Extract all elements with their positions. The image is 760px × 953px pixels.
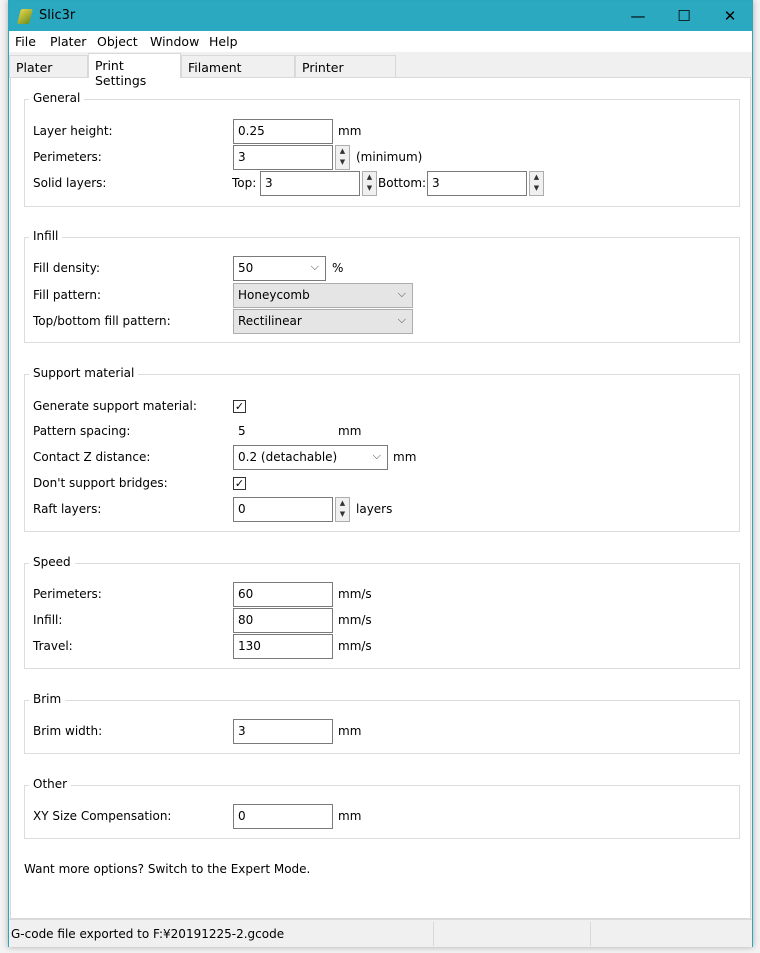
raft-layers-spinner[interactable]: ▲ ▼ [335, 497, 350, 522]
chevron-down-icon: ⌵ [372, 449, 381, 462]
status-text: G-code file exported to F:¥20191225-2.gc… [11, 927, 285, 941]
speed-infill-label: Infill: [33, 613, 63, 627]
unit: mm [393, 450, 417, 464]
group-title: Infill [29, 229, 63, 243]
fill-density-label: Fill density: [33, 261, 101, 275]
unit: mm/s [338, 613, 372, 627]
speed-travel-label: Travel: [33, 639, 73, 653]
value: Rectilinear [238, 314, 302, 328]
window-title: Slic3r [39, 8, 76, 23]
top-label: Top: [232, 176, 257, 190]
unit: % [332, 261, 344, 275]
menu-window[interactable]: Window [150, 34, 199, 49]
unit: mm/s [338, 639, 372, 653]
raft-layers-label: Raft layers: [33, 502, 102, 516]
pattern-spacing-label: Pattern spacing: [33, 424, 131, 438]
top-layers-spinner[interactable]: ▲ ▼ [362, 171, 377, 196]
brim-width-label: Brim width: [33, 724, 103, 738]
expert-mode-hint[interactable]: Want more options? Switch to the Expert … [24, 862, 310, 876]
close-button[interactable]: ✕ [707, 1, 753, 31]
menu-plater[interactable]: Plater [50, 34, 86, 49]
contact-z-label: Contact Z distance: [33, 450, 151, 464]
fill-pattern-label: Fill pattern: [33, 288, 101, 302]
chevron-down-icon: ⌵ [310, 260, 319, 273]
perimeters-label: Perimeters: [33, 150, 102, 164]
group-title: Other [29, 777, 72, 791]
raft-layers-input[interactable]: 0 [233, 497, 333, 522]
print-settings-panel: General Layer height: 0.25 mm Perimeters… [10, 77, 751, 919]
menu-help[interactable]: Help [209, 34, 238, 49]
menu-bar: File Plater Object Window Help [9, 31, 752, 52]
unit: (minimum) [356, 150, 423, 164]
solid-layers-label: Solid layers: [33, 176, 107, 190]
group-title: Support material [29, 366, 139, 380]
value: 0.2 (detachable) [238, 450, 338, 464]
pattern-spacing-value: 5 [238, 424, 246, 438]
tab-filament-settings[interactable]: Filament Settings [181, 55, 295, 90]
fill-density-combo[interactable]: 50 ⌵ [233, 256, 326, 281]
unit: mm [338, 424, 362, 438]
layer-height-input[interactable]: 0.25 [233, 119, 333, 144]
generate-support-checkbox[interactable]: ✓ [233, 400, 246, 413]
bottom-layers-spinner[interactable]: ▲ ▼ [529, 171, 544, 196]
perimeters-input[interactable]: 3 [233, 145, 333, 170]
unit: mm [338, 124, 362, 138]
title-bar: Slic3r — ☐ ✕ [9, 1, 752, 31]
tab-bar: Plater Print Settings Filament Settings … [9, 53, 752, 90]
dont-support-bridges-label: Don't support bridges: [33, 476, 168, 490]
group-brim: Brim [24, 692, 740, 754]
unit: mm/s [338, 587, 372, 601]
top-layers-input[interactable]: 3 [260, 171, 360, 196]
xy-compensation-input[interactable]: 0 [233, 804, 333, 829]
value: 50 [238, 261, 254, 275]
chevron-down-icon: ⌵ [397, 313, 406, 326]
minimize-button[interactable]: — [615, 1, 661, 31]
menu-file[interactable]: File [15, 34, 36, 49]
unit: mm [338, 809, 362, 823]
unit: layers [356, 502, 393, 516]
group-title: Brim [29, 692, 66, 706]
menu-object[interactable]: Object [97, 34, 138, 49]
tab-printer-settings[interactable]: Printer Settings [295, 55, 396, 90]
xy-compensation-label: XY Size Compensation: [33, 809, 172, 823]
value: Honeycomb [238, 288, 310, 302]
app-window: Slic3r — ☐ ✕ File Plater Object Window H… [8, 0, 753, 947]
tab-print-settings[interactable]: Print Settings [88, 53, 181, 88]
tab-plater[interactable]: Plater [9, 55, 88, 78]
maximize-button[interactable]: ☐ [661, 1, 707, 31]
bottom-layers-input[interactable]: 3 [427, 171, 527, 196]
speed-infill-input[interactable]: 80 [233, 608, 333, 633]
top-bottom-pattern-label: Top/bottom fill pattern: [33, 314, 171, 328]
group-title: Speed [29, 555, 75, 569]
brim-width-input[interactable]: 3 [233, 719, 333, 744]
speed-perimeters-label: Perimeters: [33, 587, 102, 601]
top-bottom-pattern-select[interactable]: Rectilinear ⌵ [233, 309, 413, 334]
status-divider [433, 922, 434, 946]
contact-z-combo[interactable]: 0.2 (detachable) ⌵ [233, 445, 388, 470]
slic3r-logo-icon [16, 9, 34, 24]
generate-support-label: Generate support material: [33, 399, 197, 413]
fill-pattern-select[interactable]: Honeycomb ⌵ [233, 283, 413, 308]
dont-support-bridges-checkbox[interactable]: ✓ [233, 477, 246, 490]
status-divider [590, 922, 591, 946]
status-bar: G-code file exported to F:¥20191225-2.gc… [9, 919, 752, 947]
bottom-label: Bottom: [378, 176, 427, 190]
layer-height-label: Layer height: [33, 124, 113, 138]
speed-perimeters-input[interactable]: 60 [233, 582, 333, 607]
group-title: General [29, 91, 85, 105]
speed-travel-input[interactable]: 130 [233, 634, 333, 659]
perimeters-spinner[interactable]: ▲ ▼ [335, 145, 350, 170]
unit: mm [338, 724, 362, 738]
chevron-down-icon: ⌵ [397, 287, 406, 300]
group-speed: Speed [24, 555, 740, 669]
